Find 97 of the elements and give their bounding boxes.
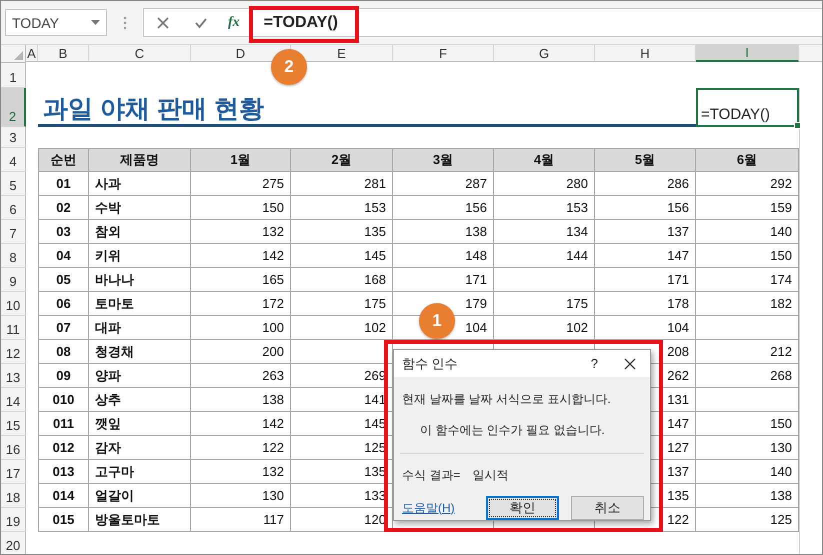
result-label: 수식 결과=: [402, 467, 460, 484]
table-cell: 153: [291, 196, 393, 220]
table-cell: 수박: [89, 196, 191, 220]
table-cell: 09: [38, 364, 89, 388]
table-cell: 287: [393, 172, 494, 196]
table-cell: 102: [494, 316, 595, 340]
table-cell: 275: [191, 172, 291, 196]
table-cell: 165: [191, 268, 291, 292]
table-cell: 얼갈이: [89, 484, 191, 508]
table-cell: 147: [595, 244, 696, 268]
table-cell: 148: [393, 244, 494, 268]
table-cell: 키위: [89, 244, 191, 268]
table-cell: 104: [595, 316, 696, 340]
table-cell: 02: [38, 196, 89, 220]
table-cell: 292: [696, 172, 799, 196]
table-cell: 125: [696, 508, 799, 532]
table-cell: 03: [38, 220, 89, 244]
table-cell: 268: [696, 364, 799, 388]
table-cell: 04: [38, 244, 89, 268]
table-cell: 178: [595, 292, 696, 316]
table-cell: 122: [191, 436, 291, 460]
table-cell: 175: [494, 292, 595, 316]
table-cell: 142: [191, 412, 291, 436]
column-heading: 제품명: [89, 148, 191, 172]
column-heading: 4월: [494, 148, 595, 172]
table-cell: 013: [38, 460, 89, 484]
table-cell: 130: [696, 436, 799, 460]
column-heading: 5월: [595, 148, 696, 172]
table-cell: 06: [38, 292, 89, 316]
table-cell: 137: [595, 220, 696, 244]
table-cell: 171: [393, 268, 494, 292]
table-cell: 대파: [89, 316, 191, 340]
table-cell: 011: [38, 412, 89, 436]
table-cell: 150: [696, 244, 799, 268]
table-cell: 138: [696, 484, 799, 508]
table-cell: 감자: [89, 436, 191, 460]
table-cell: 280: [494, 172, 595, 196]
table-cell: 117: [191, 508, 291, 532]
table-cell: 015: [38, 508, 89, 532]
column-heading: 6월: [696, 148, 799, 172]
table-cell: 286: [595, 172, 696, 196]
table-cell: 168: [291, 268, 393, 292]
table-cell: 156: [595, 196, 696, 220]
column-heading: 1월: [191, 148, 291, 172]
table-cell: 사과: [89, 172, 191, 196]
table-cell: 156: [393, 196, 494, 220]
table-cell: 134: [494, 220, 595, 244]
table-cell: 깻잎: [89, 412, 191, 436]
table-cell: 145: [291, 244, 393, 268]
table-cell: 138: [393, 220, 494, 244]
table-cell: 142: [191, 244, 291, 268]
table-cell: 08: [38, 340, 89, 364]
column-heading: 3월: [393, 148, 494, 172]
table-cell: 150: [191, 196, 291, 220]
table-cell: 135: [291, 220, 393, 244]
table-cell: 174: [696, 268, 799, 292]
sheet-title: 과일 야채 판매 현황: [38, 88, 696, 127]
result-value: 일시적: [472, 467, 508, 484]
table-cell: 132: [191, 220, 291, 244]
table-cell: 175: [291, 292, 393, 316]
table-cell: 130: [191, 484, 291, 508]
column-heading: 순번: [38, 148, 89, 172]
step-callout-tooltip: 2: [271, 49, 307, 85]
table-cell: 159: [696, 196, 799, 220]
table-cell: 토마토: [89, 292, 191, 316]
table-cell: 153: [494, 196, 595, 220]
table-cell: 140: [696, 220, 799, 244]
dialog-title: 함수 인수: [402, 354, 459, 372]
table-cell: 182: [696, 292, 799, 316]
table-cell: 150: [696, 412, 799, 436]
table-cell: 263: [191, 364, 291, 388]
table-cell: 05: [38, 268, 89, 292]
table-cell: 014: [38, 484, 89, 508]
table-cell: 212: [696, 340, 799, 364]
table-cell: 172: [191, 292, 291, 316]
table-cell: 양파: [89, 364, 191, 388]
table-cell: 방울토마토: [89, 508, 191, 532]
table-cell: 144: [494, 244, 595, 268]
table-cell: 100: [191, 316, 291, 340]
table-cell: 102: [291, 316, 393, 340]
table-cell: 바나나: [89, 268, 191, 292]
table-cell: 132: [191, 460, 291, 484]
table-cell: 171: [595, 268, 696, 292]
table-cell: 200: [191, 340, 291, 364]
table-cell: 140: [696, 460, 799, 484]
table-cell: 01: [38, 172, 89, 196]
column-heading: 2월: [291, 148, 393, 172]
table-cell: 012: [38, 436, 89, 460]
table-cell: 청경채: [89, 340, 191, 364]
table-cell: 138: [191, 388, 291, 412]
table-cell: 010: [38, 388, 89, 412]
table-cell: 07: [38, 316, 89, 340]
table-cell: 참외: [89, 220, 191, 244]
table-cell: 상추: [89, 388, 191, 412]
table-cell: 고구마: [89, 460, 191, 484]
table-cell: 281: [291, 172, 393, 196]
step-callout-tooltip: 1: [419, 303, 455, 339]
